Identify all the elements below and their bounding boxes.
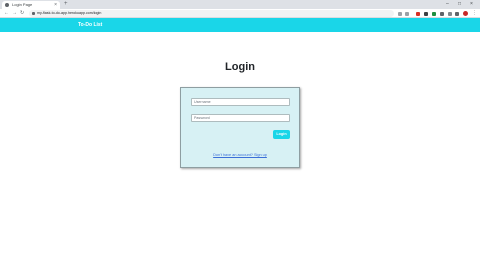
- extension-icon[interactable]: [448, 12, 452, 16]
- url-text: my-flask-to-do-app.herokuapp.com/login: [37, 11, 102, 15]
- new-tab-button[interactable]: +: [64, 0, 68, 9]
- browser-toolbar: ← → ↻ my-flask-to-do-app.herokuapp.com/l…: [0, 9, 480, 18]
- username-input[interactable]: Username: [191, 98, 290, 106]
- globe-icon: [5, 3, 9, 7]
- tab-title: Login Page: [12, 2, 33, 7]
- extension-icon[interactable]: [432, 12, 436, 16]
- star-icon[interactable]: [405, 12, 409, 16]
- app-navbar: To-Do List: [0, 18, 480, 32]
- login-button[interactable]: Login: [273, 130, 290, 139]
- page-title: Login: [225, 61, 255, 73]
- back-button[interactable]: ←: [4, 9, 9, 18]
- extension-icon[interactable]: [440, 12, 444, 16]
- signup-link[interactable]: Don't have an account? Sign up: [181, 153, 299, 158]
- brand-link[interactable]: To-Do List: [78, 18, 102, 32]
- address-bar[interactable]: my-flask-to-do-app.herokuapp.com/login: [29, 10, 394, 17]
- close-window-button[interactable]: ×: [470, 0, 473, 8]
- maximize-button[interactable]: □: [458, 0, 461, 8]
- tab-close-icon[interactable]: ×: [54, 1, 57, 9]
- share-icon[interactable]: [398, 12, 402, 16]
- avatar[interactable]: [463, 11, 468, 16]
- lock-icon: [32, 12, 35, 15]
- reload-button[interactable]: ↻: [20, 9, 24, 18]
- puzzle-icon[interactable]: [455, 12, 459, 16]
- extension-icon[interactable]: [416, 12, 420, 16]
- password-input[interactable]: Password: [191, 114, 290, 122]
- login-card: Username Password Login Don't have an ac…: [180, 87, 300, 168]
- minimize-button[interactable]: –: [446, 0, 449, 8]
- forward-button[interactable]: →: [12, 9, 17, 18]
- menu-icon[interactable]: ⋮: [472, 9, 477, 18]
- browser-tab[interactable]: Login Page ×: [2, 1, 60, 9]
- browser-tabstrip: Login Page × + – □ ×: [0, 0, 480, 9]
- extension-icon[interactable]: [424, 12, 428, 16]
